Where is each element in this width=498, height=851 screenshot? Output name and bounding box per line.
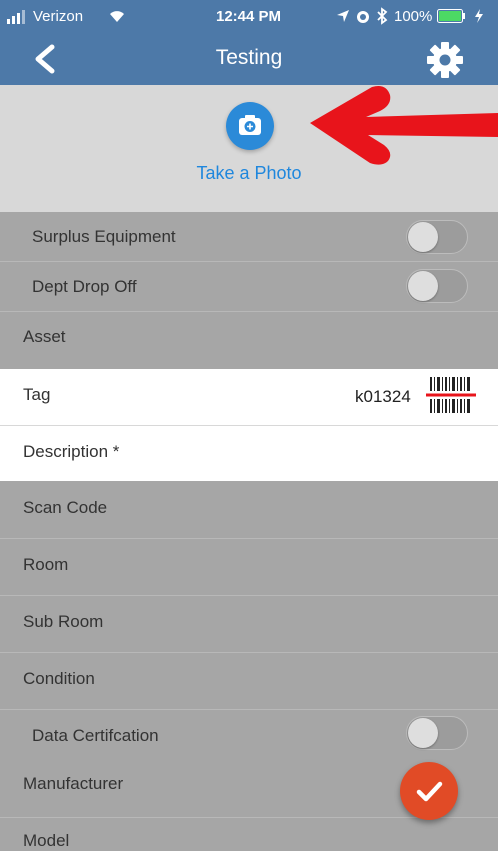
carrier-label: Verizon — [33, 8, 84, 25]
take-photo-label[interactable]: Take a Photo — [0, 163, 498, 184]
asset-row[interactable]: Asset — [0, 312, 498, 369]
model-label: Model — [23, 831, 70, 850]
scan-code-label: Scan Code — [23, 498, 108, 517]
dept-drop-off-toggle[interactable] — [406, 269, 468, 303]
gear-icon — [427, 42, 463, 78]
description-row[interactable]: Description * — [0, 426, 498, 481]
model-row[interactable]: Model — [0, 818, 498, 850]
data-certification-label: Data Certifcation — [32, 726, 159, 745]
scan-code-row[interactable]: Scan Code — [0, 482, 498, 539]
surplus-equipment-toggle[interactable] — [406, 220, 468, 254]
tag-row[interactable]: Tag k01324 — [0, 369, 498, 426]
alarm-icon — [355, 8, 371, 28]
signal-icon — [7, 10, 29, 28]
tag-value: k01324 — [355, 387, 411, 406]
room-label: Room — [23, 555, 69, 574]
condition-label: Condition — [23, 669, 95, 688]
surplus-equipment-row: Surplus Equipment — [0, 212, 498, 262]
battery-percent: 100% — [394, 8, 433, 25]
wifi-icon — [108, 8, 126, 27]
tag-label: Tag — [23, 385, 51, 404]
submit-fab-button[interactable] — [400, 762, 458, 820]
checkmark-icon — [416, 781, 443, 802]
manufacturer-label: Manufacturer — [23, 774, 124, 793]
bluetooth-icon — [376, 7, 388, 29]
sub-room-label: Sub Room — [23, 612, 104, 631]
data-certification-row: Data Certifcation — [0, 710, 498, 760]
location-icon — [336, 9, 350, 27]
condition-row[interactable]: Condition — [0, 653, 498, 710]
data-certification-toggle[interactable] — [406, 716, 468, 750]
status-bar: Verizon 12:44 PM 100% — [0, 0, 498, 34]
asset-label: Asset — [23, 327, 66, 346]
description-label: Description * — [23, 442, 120, 461]
camera-icon — [239, 115, 261, 135]
settings-button[interactable] — [424, 39, 466, 81]
dept-drop-off-label: Dept Drop Off — [32, 277, 137, 296]
dept-drop-off-row: Dept Drop Off — [0, 262, 498, 312]
surplus-equipment-label: Surplus Equipment — [32, 227, 176, 246]
room-row[interactable]: Room — [0, 539, 498, 596]
clock-label: 12:44 PM — [216, 8, 282, 25]
take-photo-button[interactable] — [226, 102, 274, 150]
barcode-scan-icon[interactable] — [426, 377, 476, 413]
battery-icon — [437, 9, 467, 27]
charging-icon — [474, 9, 484, 27]
photo-section: Take a Photo — [0, 85, 498, 212]
sub-room-row[interactable]: Sub Room — [0, 596, 498, 653]
red-arrow-annotation — [310, 86, 498, 165]
nav-bar: Testing — [0, 34, 498, 85]
